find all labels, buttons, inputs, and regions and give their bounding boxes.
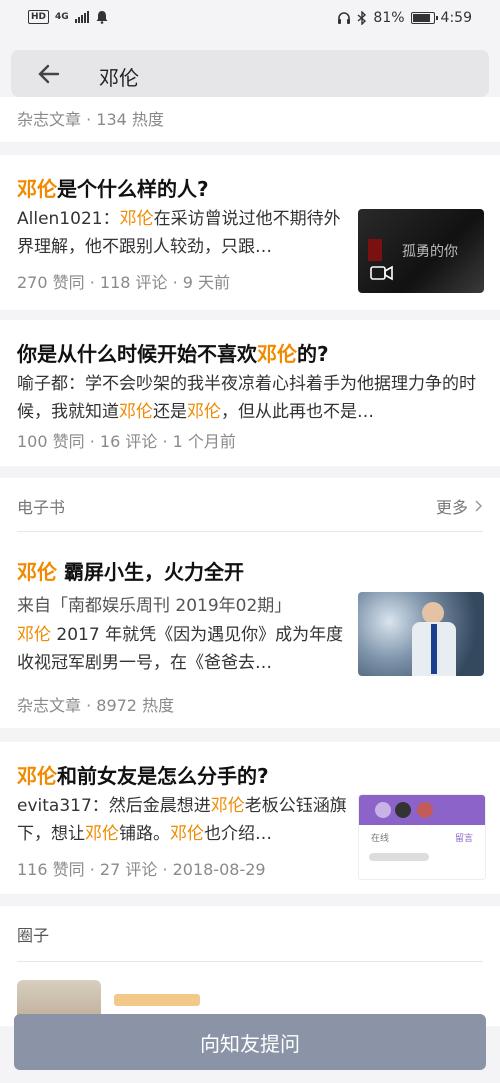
result-meta: 270 赞同 · 118 评论 · 9 天前 [17, 273, 231, 292]
headphones-icon [338, 12, 351, 24]
result-card-q2[interactable]: 你是从什么时候开始不喜欢邓伦的? 喻子都：学不会吵架的我半夜凉着心抖着手为他据理… [0, 320, 500, 466]
excerpt-highlight: 邓伦 [85, 824, 119, 844]
ebook-title[interactable]: 邓伦 霸屏小生，火力全开 [17, 556, 244, 585]
ebook-card[interactable]: 邓伦 霸屏小生，火力全开 来自「南都娱乐周刊 2019年02期」 邓伦 2017… [0, 532, 500, 728]
result-excerpt: 喻子都：学不会吵架的我半夜凉着心抖着手为他据理力争的时候，我就知道邓伦还是邓伦，… [17, 370, 483, 426]
clock: 4:59 [440, 10, 472, 26]
excerpt-text: 也介绍… [204, 824, 272, 844]
divider [17, 961, 483, 962]
title-text-end: 的? [297, 342, 329, 366]
battery-percent: 81% [373, 10, 405, 26]
previous-result-meta: 杂志文章 · 134 热度 [17, 110, 164, 129]
excerpt-text: ，但从此再也不是… [221, 402, 374, 422]
title-highlight: 邓伦 [257, 342, 297, 366]
status-bar: HD 4G 81% 4:59 [0, 0, 500, 38]
result-meta: 116 赞同 · 27 评论 · 2018-08-29 [17, 860, 266, 879]
excerpt-highlight: 邓伦 [119, 402, 153, 422]
battery-icon [410, 12, 438, 24]
result-card-q3[interactable]: 邓伦和前女友是怎么分手的? evita317：然后金晨想进邓伦老板公钰涵旗下，想… [0, 742, 500, 894]
title-highlight: 邓伦 [17, 560, 57, 584]
ebook-cover-image[interactable] [358, 592, 484, 676]
title-text: 是个什么样的人? [57, 177, 209, 201]
ebook-meta: 杂志文章 · 8972 热度 [17, 696, 175, 715]
ask-friends-button[interactable]: 向知友提问 [14, 1014, 486, 1070]
excerpt-text: evita317：然后金晨想进 [17, 796, 211, 816]
section-title: 圈子 [17, 926, 50, 945]
result-card-q1[interactable]: 邓伦是个什么样的人? Allen1021：邓伦在采访曾说过他不期待外界理解，他不… [0, 155, 500, 310]
title-highlight: 邓伦 [17, 764, 57, 788]
title-highlight: 邓伦 [17, 177, 57, 201]
excerpt-text: 2017 年就凭《因为遇见你》成为年度收视冠军剧男一号，在《爸爸去… [17, 625, 344, 673]
section-title: 电子书 [17, 498, 66, 517]
screenshot-thumbnail[interactable]: 在线 留言 [358, 794, 486, 880]
hd-badge: HD [28, 10, 50, 24]
cover-person-tie [431, 624, 437, 674]
result-title[interactable]: 邓伦和前女友是怎么分手的? [17, 760, 269, 789]
thumbnail-line [369, 853, 429, 861]
thumbnail-figure [368, 239, 382, 261]
result-title[interactable]: 邓伦是个什么样的人? [17, 173, 209, 202]
more-label: 更多 [435, 498, 468, 517]
notification-bell-icon [96, 11, 108, 24]
thumbnail-tab: 在线 [371, 834, 390, 844]
title-text: 霸屏小生，火力全开 [57, 560, 244, 584]
excerpt-highlight: 邓伦 [187, 402, 221, 422]
result-title[interactable]: 你是从什么时候开始不喜欢邓伦的? [17, 338, 329, 367]
excerpt-text: 还是 [153, 402, 187, 422]
video-thumbnail[interactable]: 孤勇的你 [358, 209, 484, 293]
ebook-excerpt: 邓伦 2017 年就凭《因为遇见你》成为年度收视冠军剧男一号，在《爸爸去… [17, 621, 347, 677]
circle-name-placeholder [114, 994, 200, 1006]
excerpt-author: Allen1021： [17, 209, 120, 229]
title-text: 你是从什么时候开始不喜欢 [17, 342, 257, 366]
thumbnail-avatar [375, 802, 391, 818]
video-camera-icon [370, 265, 393, 281]
search-bar[interactable]: 邓伦 [11, 50, 489, 97]
thumbnail-avatar [417, 802, 433, 818]
more-link[interactable]: 更多 [436, 494, 482, 518]
previous-result-card[interactable]: 杂志文章 · 134 热度 [0, 97, 500, 142]
excerpt-highlight: 邓伦 [210, 796, 245, 816]
signal-icon [74, 11, 89, 23]
network-type: 4G [55, 12, 69, 22]
circle-section: 圈子 [0, 906, 500, 1040]
back-arrow-icon[interactable] [37, 62, 61, 86]
ebook-section-header: 电子书 更多 [0, 478, 500, 532]
excerpt-highlight: 邓伦 [170, 824, 204, 844]
search-query[interactable]: 邓伦 [99, 62, 139, 91]
excerpt-highlight: 邓伦 [119, 209, 154, 229]
thumbnail-caption: 孤勇的你 [402, 244, 458, 260]
title-text: 和前女友是怎么分手的? [57, 764, 269, 788]
result-excerpt: evita317：然后金晨想进邓伦老板公钰涵旗下，想让邓伦铺路。邓伦也介绍… [17, 792, 347, 848]
cover-person-head [422, 602, 444, 624]
excerpt-highlight: 邓伦 [17, 625, 51, 645]
chevron-right-icon [475, 500, 482, 512]
excerpt-text: 铺路。 [119, 824, 170, 844]
result-excerpt: Allen1021：邓伦在采访曾说过他不期待外界理解，他不跟别人较劲，只跟… [17, 205, 343, 261]
ebook-source: 来自「南都娱乐周刊 2019年02期」 [17, 596, 292, 616]
thumbnail-tab: 留言 [455, 834, 474, 844]
bluetooth-icon [357, 11, 367, 25]
result-meta: 100 赞同 · 16 评论 · 1 个月前 [17, 432, 236, 451]
thumbnail-avatar [395, 802, 411, 818]
